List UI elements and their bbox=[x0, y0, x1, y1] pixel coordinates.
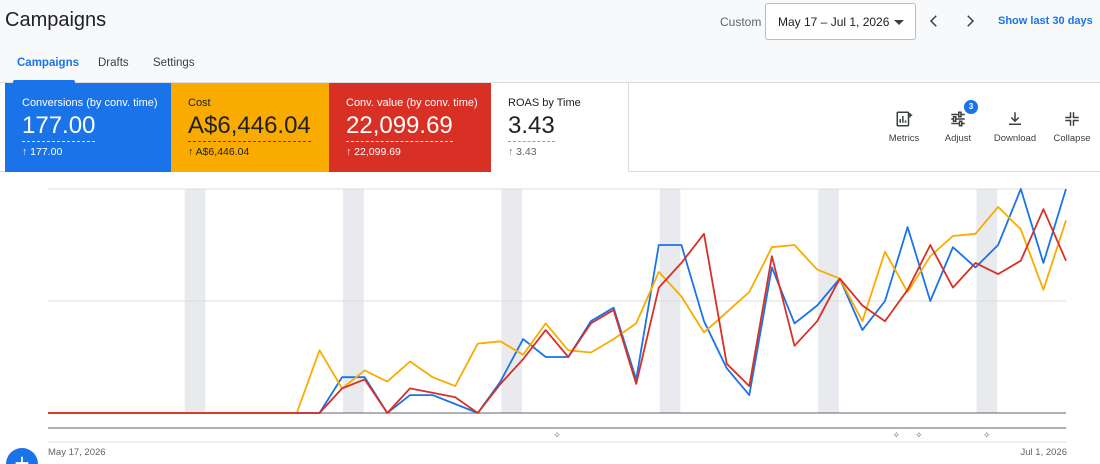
annotation-sparkle-icon: ✧ bbox=[553, 431, 561, 441]
annotation-sparkle-icon: ✧ bbox=[915, 431, 923, 441]
metric-card-conv-value[interactable]: Conv. value (by conv. time) 22,099.69 ↑ … bbox=[329, 83, 491, 172]
date-range-type-label: Custom bbox=[720, 15, 762, 29]
metric-label: Conversions (by conv. time) bbox=[22, 97, 158, 109]
chevron-left-icon bbox=[929, 15, 937, 27]
adjust-button[interactable]: Adjust bbox=[931, 110, 985, 144]
metric-value: 3.43 bbox=[508, 112, 555, 142]
collapse-button[interactable]: Collapse bbox=[1045, 110, 1099, 144]
x-axis-end-label: Jul 1, 2026 bbox=[1021, 447, 1067, 458]
metric-label: Cost bbox=[188, 97, 211, 109]
metric-value: 22,099.69 bbox=[346, 112, 453, 142]
metric-label: ROAS by Time bbox=[508, 97, 581, 109]
tab-drafts[interactable]: Drafts bbox=[98, 57, 129, 69]
tab-bar: Campaigns Drafts Settings bbox=[0, 44, 1100, 83]
x-axis-start-label: May 17, 2026 bbox=[48, 447, 106, 458]
plus-icon: + bbox=[14, 448, 30, 464]
collapse-label: Collapse bbox=[1053, 133, 1091, 144]
metric-delta: ↑ 3.43 bbox=[508, 146, 537, 158]
metric-delta: ↑ 177.00 bbox=[22, 146, 63, 158]
collapse-icon bbox=[1065, 112, 1079, 126]
adjust-icon bbox=[951, 111, 965, 127]
metrics-icon bbox=[896, 111, 913, 127]
metric-value: A$6,446.04 bbox=[188, 112, 311, 142]
metrics-label: Metrics bbox=[888, 133, 920, 144]
metric-value: 177.00 bbox=[22, 112, 96, 142]
download-icon bbox=[1009, 112, 1021, 125]
show-last-30-days-link[interactable]: Show last 30 days bbox=[998, 15, 1093, 27]
annotation-sparkle-icon: ✧ bbox=[893, 431, 901, 441]
next-period-button[interactable] bbox=[958, 9, 982, 33]
metric-label: Conv. value (by conv. time) bbox=[346, 97, 478, 109]
page-header: Campaigns Custom May 17 – Jul 1, 2026 Sh… bbox=[0, 0, 1100, 44]
tab-settings[interactable]: Settings bbox=[153, 57, 195, 69]
date-range-value: May 17 – Jul 1, 2026 bbox=[778, 15, 890, 29]
caret-down-icon bbox=[894, 20, 904, 25]
metric-delta: ↑ A$6,446.04 bbox=[188, 146, 250, 158]
performance-chart: ✧ ✧ ✧ ✧ May 17, 2026 Jul 1, 2026 bbox=[0, 172, 1100, 464]
metric-card-roas[interactable]: ROAS by Time 3.43 ↑ 3.43 bbox=[491, 83, 629, 172]
previous-period-button[interactable] bbox=[922, 9, 946, 33]
date-range-dropdown[interactable]: May 17 – Jul 1, 2026 bbox=[765, 3, 916, 40]
adjust-label: Adjust bbox=[944, 133, 972, 144]
page-title: Campaigns bbox=[5, 9, 107, 31]
download-label: Download bbox=[993, 133, 1037, 144]
adjust-count-badge: 3 bbox=[964, 100, 978, 114]
metrics-button[interactable]: Metrics bbox=[877, 110, 931, 144]
line-chart: ✧ ✧ ✧ ✧ May 17, 2026 Jul 1, 2026 bbox=[48, 188, 1067, 458]
metrics-bar: Conversions (by conv. time) 177.00 ↑ 177… bbox=[0, 83, 1100, 172]
download-button[interactable]: Download bbox=[988, 110, 1042, 144]
tab-campaigns[interactable]: Campaigns bbox=[17, 57, 79, 69]
metric-card-cost[interactable]: Cost A$6,446.04 ↑ A$6,446.04 bbox=[171, 83, 329, 172]
metric-card-conversions[interactable]: Conversions (by conv. time) 177.00 ↑ 177… bbox=[5, 83, 171, 172]
annotation-sparkle-icon: ✧ bbox=[983, 431, 991, 441]
metric-delta: ↑ 22,099.69 bbox=[346, 146, 401, 158]
chevron-right-icon bbox=[967, 15, 975, 27]
